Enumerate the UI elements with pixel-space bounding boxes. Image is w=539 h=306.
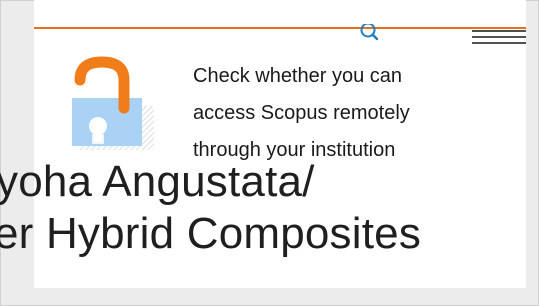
prompt-line: Check whether you can [193,65,403,87]
menu-bar [472,36,526,38]
hamburger-menu-icon[interactable] [472,28,526,46]
menu-bar [472,30,526,32]
prompt-line: through your institution [193,139,396,161]
header-accent-rule [34,27,526,29]
menu-bar [472,42,526,44]
prompt-line: access Scopus remotely [193,102,410,124]
search-icon[interactable] [356,24,380,46]
remote-access-prompt[interactable]: Check whether you can access Scopus remo… [193,58,473,169]
open-padlock-icon [72,56,154,150]
